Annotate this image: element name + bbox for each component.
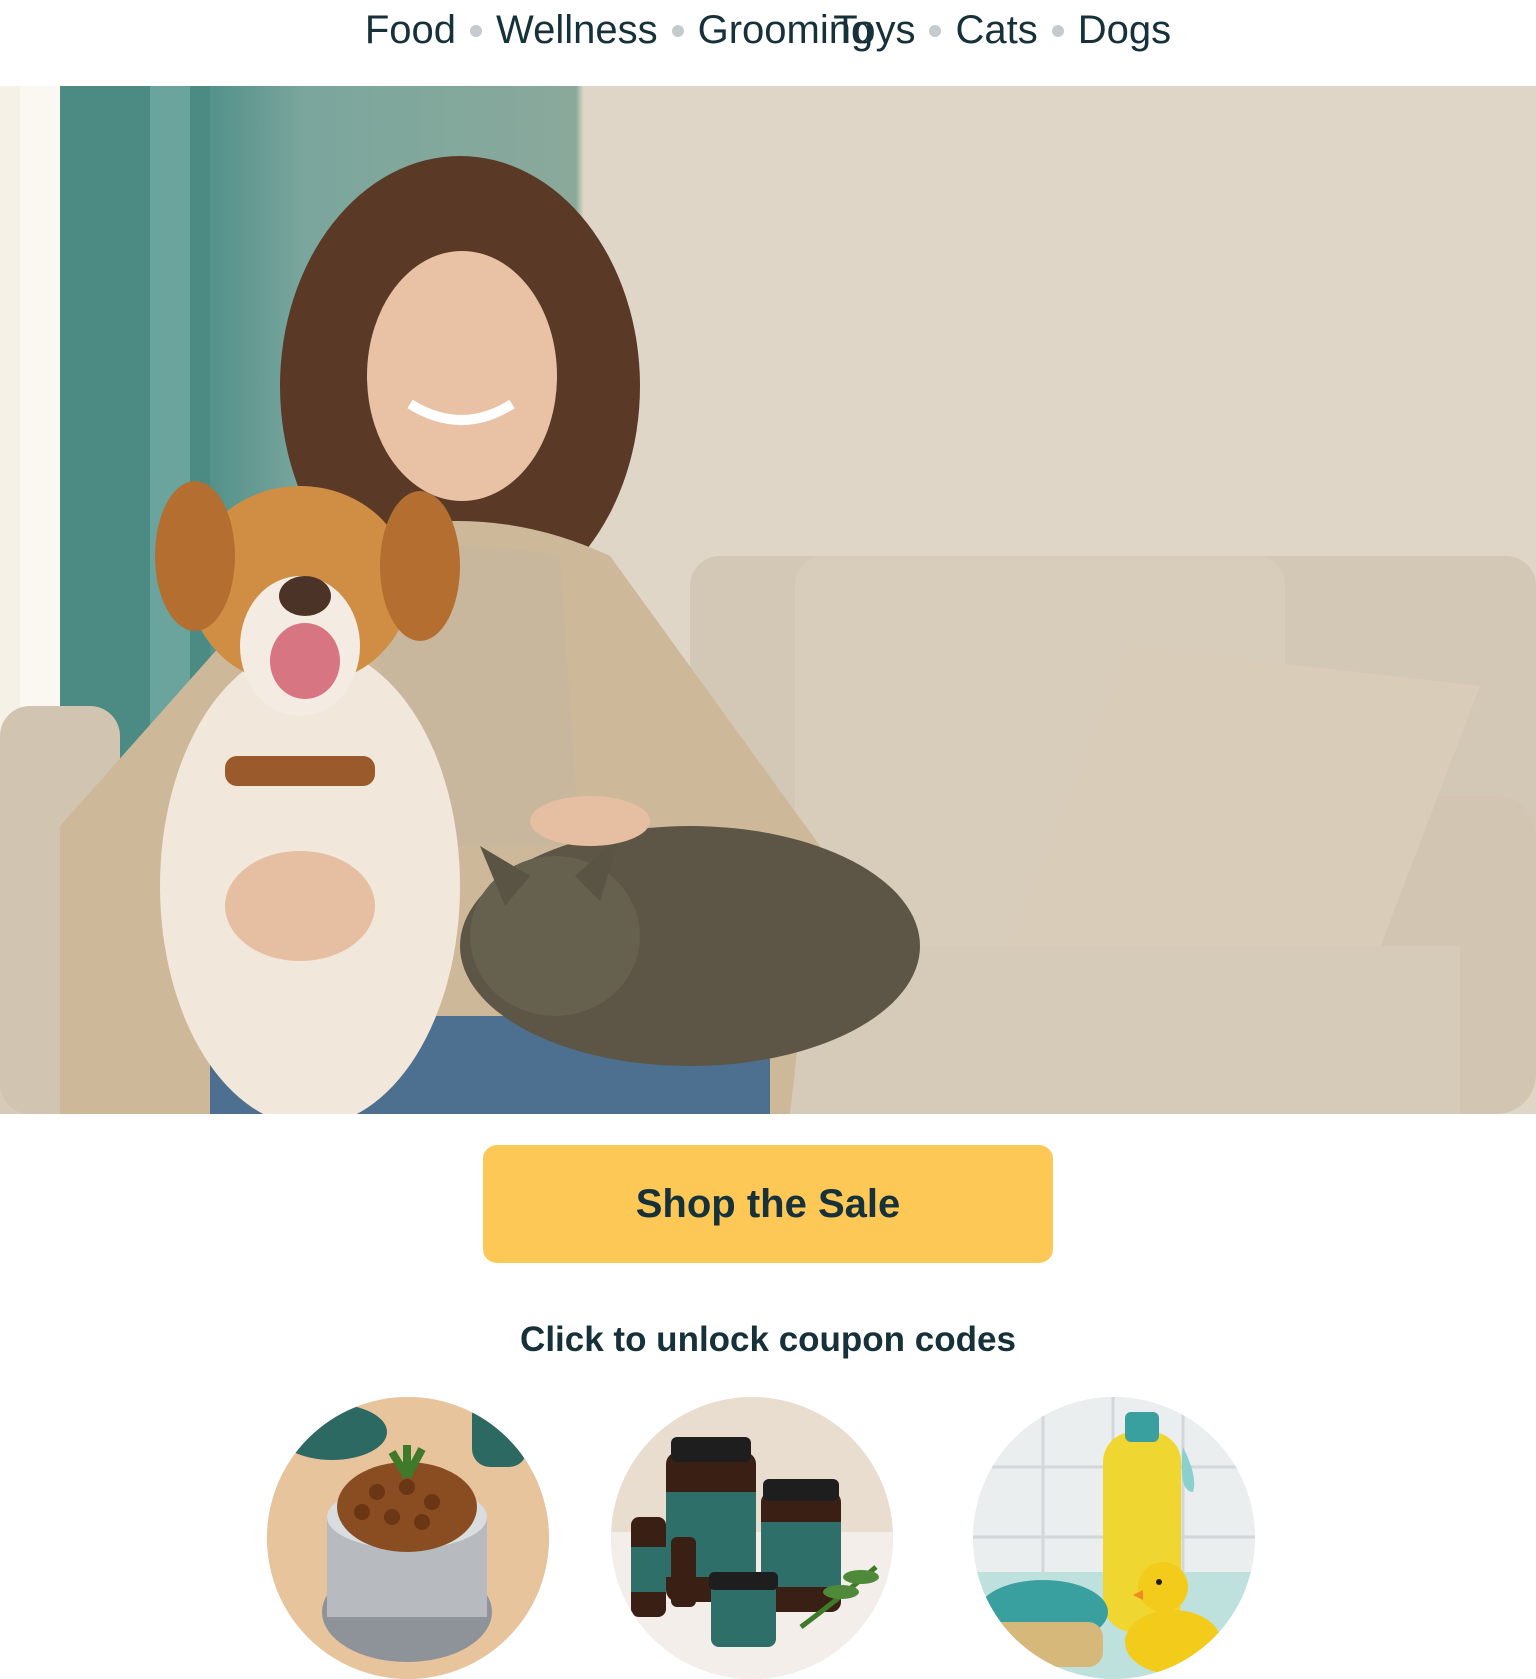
- nav-item-wellness[interactable]: Wellness: [496, 8, 658, 53]
- grooming-products-image: [973, 1397, 1255, 1679]
- cta-container: Shop the Sale: [0, 1145, 1536, 1263]
- nav-separator: [671, 25, 684, 37]
- nav-item-toys[interactable]: Toys: [833, 8, 915, 53]
- nav-separator: [1051, 25, 1064, 37]
- nav-separator: [929, 25, 942, 37]
- nav-item-cats[interactable]: Cats: [955, 8, 1037, 53]
- nav-separator: [470, 25, 483, 37]
- hero-image[interactable]: [0, 86, 1536, 1114]
- hero-illustration: [0, 86, 1536, 1114]
- coupon-heading: Click to unlock coupon codes: [520, 1320, 1016, 1359]
- wellness-coupon-tile[interactable]: [611, 1397, 893, 1679]
- nav-item-dogs[interactable]: Dogs: [1078, 8, 1171, 53]
- wellness-supplements-image: [611, 1397, 893, 1679]
- grooming-coupon-tile[interactable]: [973, 1397, 1255, 1679]
- nav-item-food[interactable]: Food: [365, 8, 456, 53]
- shop-the-sale-button[interactable]: Shop the Sale: [483, 1145, 1053, 1263]
- food-bowl-image: [267, 1397, 549, 1679]
- category-nav: Food Wellness Grooming Toys Cats Dogs: [0, 0, 1536, 86]
- coupon-tiles: [0, 1397, 1536, 1679]
- food-coupon-tile[interactable]: [267, 1397, 549, 1679]
